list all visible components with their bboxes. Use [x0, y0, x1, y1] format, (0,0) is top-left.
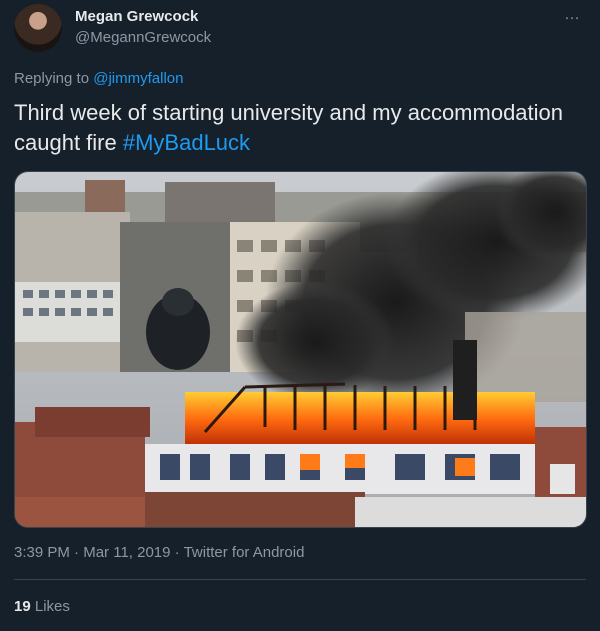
- likes-count: 19: [14, 598, 31, 615]
- replying-to-label: Replying to: [14, 70, 90, 87]
- tweet-time[interactable]: 3:39 PM: [14, 544, 70, 561]
- avatar[interactable]: [14, 4, 62, 52]
- author-name[interactable]: Megan Grewcock: [75, 8, 198, 25]
- tweet-date[interactable]: Mar 11, 2019: [83, 544, 170, 561]
- divider: [14, 579, 586, 580]
- building-fire-photo: [15, 172, 586, 527]
- tweet-photo[interactable]: [14, 171, 587, 528]
- likes-label: Likes: [34, 598, 70, 615]
- tweet-body: Third week of starting university and my…: [14, 100, 564, 155]
- meta-separator: ·: [170, 544, 184, 561]
- author-handle[interactable]: @MegannGrewcock: [75, 29, 211, 46]
- more-options-icon[interactable]: …: [564, 6, 581, 24]
- tweet-text: Third week of starting university and my…: [14, 98, 584, 158]
- tweet-source[interactable]: Twitter for Android: [184, 544, 305, 561]
- replying-to-link[interactable]: @jimmyfallon: [93, 70, 183, 87]
- replying-to: Replying to @jimmyfallon: [14, 70, 183, 87]
- meta-separator: ·: [69, 544, 84, 561]
- likes-stat[interactable]: 19 Likes: [14, 598, 70, 615]
- hashtag-link[interactable]: #MyBadLuck: [123, 130, 250, 155]
- tweet-meta: 3:39 PM · Mar 11, 2019 · Twitter for And…: [14, 544, 304, 561]
